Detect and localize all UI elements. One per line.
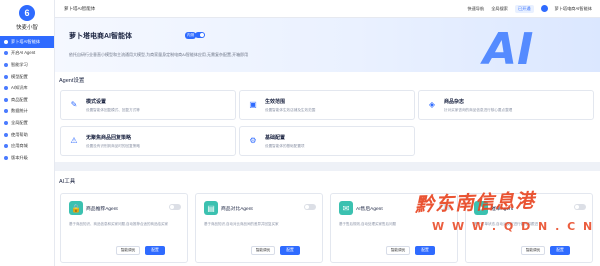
tune-button[interactable]: 智能调优 bbox=[521, 246, 545, 255]
chart-icon bbox=[4, 109, 8, 114]
sidebar-item-store[interactable]: 应用商城 bbox=[0, 140, 54, 152]
tool-name: AI售后Agent bbox=[356, 207, 383, 212]
globe-icon bbox=[4, 120, 8, 125]
tool-toggle[interactable] bbox=[169, 204, 181, 210]
tool-toggle[interactable] bbox=[574, 204, 586, 210]
sidebar-item-label: 数据统计 bbox=[11, 108, 28, 114]
tune-button[interactable]: 智能调优 bbox=[251, 246, 275, 255]
model-icon bbox=[4, 74, 8, 79]
store-icon bbox=[4, 144, 8, 149]
tool-desc: 基于商品知识、商品信息和买家问题,自动推荐合适的商品给买家 bbox=[69, 222, 168, 226]
tool-desc: 基于商品知识,自动对比商品间的差异并回复买家 bbox=[204, 222, 279, 226]
topbar-actions: 快速导航 全局搜索 已开通 萝卜塔电商AI智能体 bbox=[467, 4, 592, 13]
card-title: 无聚焦商品回复策略 bbox=[86, 135, 132, 141]
sidebar-item-label: 智能学习 bbox=[11, 61, 28, 67]
sidebar-item-label: 应用商城 bbox=[11, 143, 28, 149]
sidebar-item-label: 使用帮助 bbox=[11, 131, 28, 137]
watermark-text: 黔东南信息港 bbox=[414, 189, 536, 217]
hero-banner: 萝卜塔电商AI智能体 内测 依托自研行业垂直小模型和主流通用大模型,为商家量身定… bbox=[55, 18, 600, 72]
card-desc: 设置智能体生效店铺及生效范围 bbox=[265, 108, 316, 112]
help-icon bbox=[4, 132, 8, 137]
card-desc: 设置智能体回复模式、回复方式等 bbox=[86, 108, 140, 112]
sidebar-item-label: 开启AI Agent bbox=[11, 50, 36, 56]
warning-icon: ⚠ bbox=[70, 135, 78, 145]
card-title: 模式设置 bbox=[86, 99, 107, 105]
tool-name: 商品对比Agent bbox=[221, 207, 253, 212]
app-root: 6 快麦小智 萝卜塔AI智能体 开启AI Agent 智能学习 模型配置 AI知… bbox=[0, 0, 600, 266]
account-name[interactable]: 萝卜塔电商AI智能体 bbox=[555, 6, 592, 12]
box-icon bbox=[4, 97, 8, 102]
hero-title: 萝卜塔电商AI智能体 bbox=[69, 33, 132, 40]
sidebar: 6 快麦小智 萝卜塔AI智能体 开启AI Agent 智能学习 模型配置 AI知… bbox=[0, 0, 55, 266]
quick-nav-link[interactable]: 快速导航 bbox=[467, 6, 484, 12]
avatar[interactable] bbox=[540, 5, 548, 12]
tool-name: 商品推荐Agent bbox=[86, 207, 118, 212]
tool-card-recommend: 🔒 商品推荐Agent 基于商品知识、商品信息和买家问题,自动推荐合适的商品给买… bbox=[60, 193, 188, 263]
lock-icon: 🔒 bbox=[69, 201, 83, 215]
app-logo-icon: 6 bbox=[19, 5, 35, 21]
sidebar-item-label: 萝卜塔AI智能体 bbox=[11, 38, 41, 44]
ai-tools-panel: AI工具 🔒 商品推荐Agent 基于商品知识、商品信息和买家问题,自动推荐合适… bbox=[55, 171, 600, 266]
sidebar-item-product[interactable]: 商品配置 bbox=[0, 94, 54, 106]
section-title: AI工具 bbox=[59, 179, 76, 185]
config-button[interactable]: 配置 bbox=[415, 246, 435, 255]
card-title: 商品杂志 bbox=[444, 99, 465, 105]
tool-toggle[interactable] bbox=[304, 204, 316, 210]
sidebar-item-global[interactable]: 全局配置 bbox=[0, 117, 54, 129]
sidebar-item-upgrade[interactable]: 版本升级 bbox=[0, 152, 54, 164]
config-button[interactable]: 配置 bbox=[280, 246, 300, 255]
card-title: 生效范围 bbox=[265, 99, 286, 105]
ai-illustration: AI bbox=[483, 24, 534, 72]
config-button[interactable]: 配置 bbox=[145, 246, 165, 255]
card-product-magazine[interactable]: ◈ 商品杂志 针对买家咨询的商品信息进行核心要点整理 bbox=[418, 90, 594, 120]
sidebar-item-label: 全局配置 bbox=[11, 119, 28, 125]
global-search-link[interactable]: 全局搜索 bbox=[491, 6, 508, 12]
card-scope[interactable]: ▣ 生效范围 设置智能体生效店铺及生效范围 bbox=[239, 90, 415, 120]
sidebar-item-knowledge[interactable]: AI知识库 bbox=[0, 82, 54, 94]
agent-enable-toggle[interactable] bbox=[195, 31, 205, 38]
book-icon bbox=[4, 62, 8, 67]
app-name: 快麦小智 bbox=[15, 25, 38, 31]
sidebar-item-help[interactable]: 使用帮助 bbox=[0, 129, 54, 141]
compare-icon: ▤ bbox=[204, 201, 218, 215]
card-unfocused-strategy[interactable]: ⚠ 无聚焦商品回复策略 设置没有识别到商品时的回复策略 bbox=[60, 126, 236, 156]
breadcrumb: 萝卜塔AI智能体 bbox=[64, 5, 96, 11]
sidebar-item-label: 商品配置 bbox=[11, 96, 28, 102]
card-desc: 设置智能体的基础配置项 bbox=[265, 144, 305, 148]
card-basic-config[interactable]: ⚙ 基础配置 设置智能体的基础配置项 bbox=[239, 126, 415, 156]
tool-card-compare: ▤ 商品对比Agent 基于商品知识,自动对比商品间的差异并回复买家 智能调优 … bbox=[195, 193, 323, 263]
upgrade-icon bbox=[4, 155, 8, 160]
sidebar-item-agent[interactable]: 萝卜塔AI智能体 bbox=[0, 36, 54, 48]
gear-icon: ⚙ bbox=[249, 135, 257, 145]
tune-button[interactable]: 智能调优 bbox=[116, 246, 140, 255]
logo-area: 6 快麦小智 bbox=[0, 0, 54, 36]
topbar: 萝卜塔AI智能体 快速导航 全局搜索 已开通 萝卜塔电商AI智能体 bbox=[55, 0, 600, 18]
card-mode-settings[interactable]: ✎ 模式设置 设置智能体回复模式、回复方式等 bbox=[60, 90, 236, 120]
sidebar-item-label: 模型配置 bbox=[11, 73, 28, 79]
config-button[interactable]: 配置 bbox=[550, 246, 570, 255]
sidebar-item-open-agent[interactable]: 开启AI Agent bbox=[0, 48, 54, 60]
card-desc: 针对买家咨询的商品信息进行核心要点整理 bbox=[444, 108, 513, 112]
agent-settings-panel: Agent设置 ✎ 模式设置 设置智能体回复模式、回复方式等 ▣ 生效范围 设置… bbox=[55, 72, 600, 162]
tune-button[interactable]: 智能调优 bbox=[386, 246, 410, 255]
sidebar-item-label: AI知识库 bbox=[11, 85, 28, 91]
sidebar-item-model[interactable]: 模型配置 bbox=[0, 71, 54, 83]
sidebar-item-stats[interactable]: 数据统计 bbox=[0, 106, 54, 118]
plus-icon bbox=[4, 51, 8, 56]
product-icon: ◈ bbox=[428, 99, 436, 109]
card-desc: 设置没有识别到商品时的回复策略 bbox=[86, 144, 140, 148]
card-title: 基础配置 bbox=[265, 135, 286, 141]
robot-icon bbox=[4, 39, 8, 44]
hero-description: 依托自研行业垂直小模型和主流通用大模型,为商家量身定制电商AI智能体应用,无需复… bbox=[69, 52, 249, 57]
database-icon bbox=[4, 86, 8, 91]
mail-icon: ✉ bbox=[339, 201, 353, 215]
section-title: Agent设置 bbox=[59, 78, 85, 84]
sidebar-item-learning[interactable]: 智能学习 bbox=[0, 59, 54, 71]
status-badge: 已开通 bbox=[514, 4, 534, 13]
edit-icon: ✎ bbox=[70, 99, 78, 109]
scope-icon: ▣ bbox=[249, 99, 257, 109]
watermark-url: W W W . Q D N . C N bbox=[432, 220, 595, 233]
sidebar-nav: 萝卜塔AI智能体 开启AI Agent 智能学习 模型配置 AI知识库 商品配置… bbox=[0, 36, 54, 164]
sidebar-item-label: 版本升级 bbox=[11, 154, 28, 160]
